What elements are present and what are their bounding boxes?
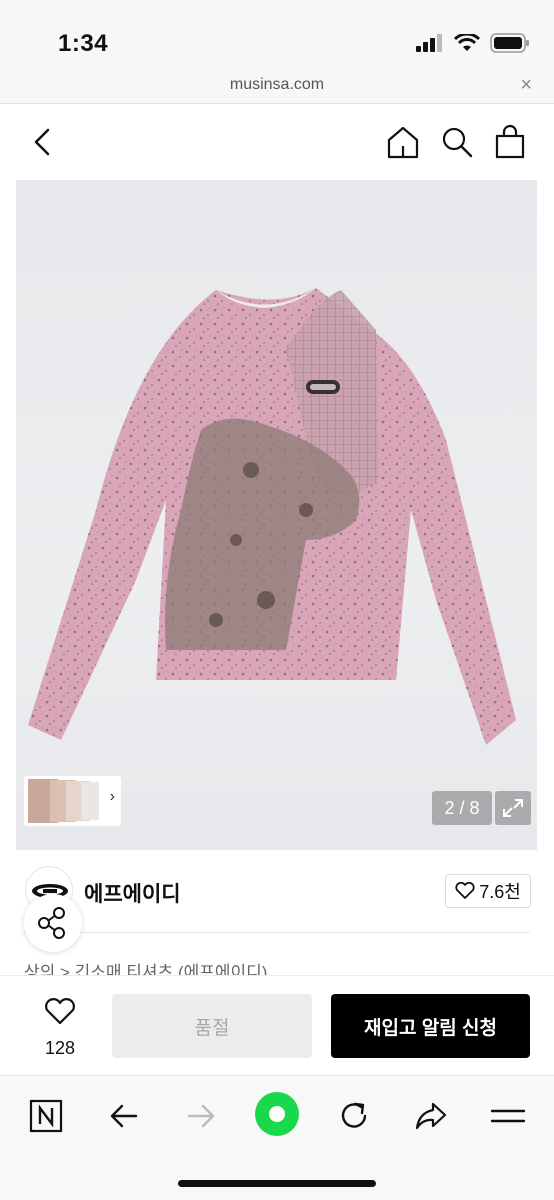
refresh-icon[interactable] — [334, 1096, 374, 1136]
battery-icon — [490, 33, 529, 53]
status-bar: 1:34 — [0, 0, 554, 72]
search-icon[interactable] — [439, 124, 475, 160]
thumbnail-strip[interactable]: › — [24, 776, 121, 826]
status-time: 1:34 — [58, 30, 109, 57]
restock-alert-button[interactable]: 재입고 알림 신청 — [331, 994, 530, 1058]
url-bar[interactable]: musinsa.com × — [0, 72, 554, 104]
close-icon[interactable]: × — [520, 75, 532, 95]
green-dot-icon[interactable] — [255, 1092, 299, 1136]
brand-like-count: 7.6천 — [479, 882, 521, 902]
divider — [24, 932, 530, 933]
brand-row: 에프에이디 7.6천 — [0, 866, 554, 926]
naver-icon[interactable] — [26, 1096, 66, 1136]
expand-button[interactable] — [495, 791, 531, 825]
wishlist-count: 128 — [44, 1038, 76, 1058]
share-icon — [38, 907, 65, 939]
brand-like-button[interactable]: 7.6천 — [445, 874, 531, 908]
expand-icon — [503, 799, 523, 817]
heart-icon — [45, 998, 75, 1025]
arrow-left-icon[interactable] — [104, 1096, 144, 1136]
forward-share-icon[interactable] — [411, 1096, 451, 1136]
url-domain[interactable]: musinsa.com — [0, 76, 554, 94]
brand-name[interactable]: 에프에이디 — [84, 878, 181, 908]
share-button[interactable] — [24, 894, 82, 952]
home-indicator — [178, 1180, 376, 1187]
signal-icon — [416, 34, 442, 52]
action-bar: 128 품절 재입고 알림 신청 — [0, 975, 554, 1075]
soldout-button: 품절 — [112, 994, 312, 1058]
status-icons — [416, 33, 530, 53]
back-arrow-icon[interactable] — [28, 124, 58, 160]
product-photo-illustration — [28, 288, 516, 745]
shopping-bag-icon[interactable] — [492, 124, 528, 160]
arrow-right-icon — [187, 1104, 215, 1128]
product-image[interactable] — [16, 180, 537, 850]
thumbnail-images — [28, 779, 99, 823]
image-counter: 2 / 8 — [432, 791, 492, 825]
wishlist-button[interactable]: 128 — [30, 994, 90, 1060]
chevron-right-icon[interactable]: › — [110, 788, 115, 806]
menu-icon[interactable] — [488, 1096, 528, 1136]
wifi-icon — [454, 34, 480, 51]
heart-icon — [455, 882, 475, 899]
nav-bar — [0, 104, 554, 180]
home-icon[interactable] — [385, 124, 421, 160]
